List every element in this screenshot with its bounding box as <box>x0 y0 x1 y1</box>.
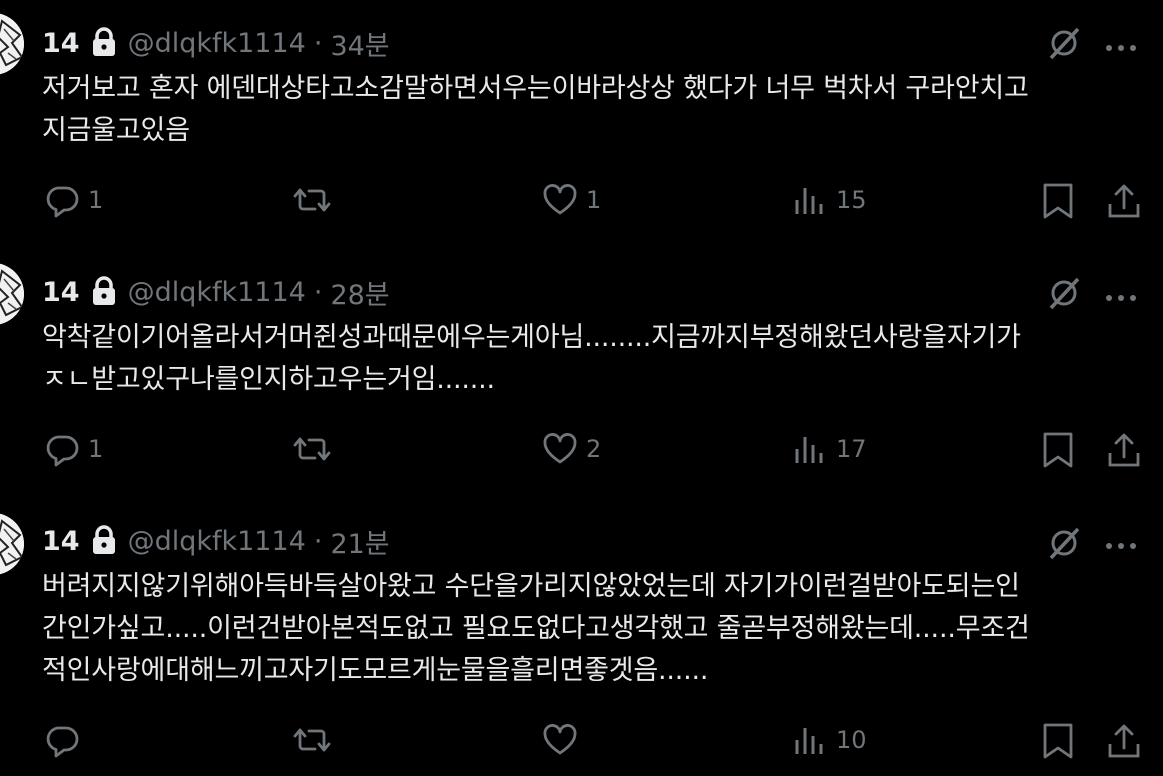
tweet-text: 악착같이기어올라서거머쥔성과때문에우는게아님........지금까지부정해왔던사… <box>42 322 1021 395</box>
views-button[interactable]: 15 <box>792 182 867 218</box>
retweet-icon <box>293 188 331 212</box>
timestamp[interactable]: 28분 <box>330 273 389 312</box>
reply-icon <box>46 726 79 758</box>
bookmark-button[interactable] <box>1040 182 1076 220</box>
lock-icon <box>90 524 118 556</box>
views-button[interactable]: 10 <box>792 722 867 758</box>
avatar-image <box>0 263 24 325</box>
share-button[interactable] <box>1106 722 1142 760</box>
like-icon <box>543 724 577 755</box>
views-icon <box>795 728 823 754</box>
more-icon[interactable] <box>1103 536 1139 549</box>
avatar-image <box>0 513 24 575</box>
bookmark-button[interactable] <box>1040 722 1076 760</box>
separator-dot: · <box>313 276 323 308</box>
lock-icon <box>90 26 118 58</box>
views-count: 10 <box>836 726 867 754</box>
like-count: 2 <box>586 435 602 463</box>
grok-icon[interactable] <box>1045 274 1083 312</box>
reply-button[interactable] <box>44 722 88 758</box>
like-button[interactable]: 1 <box>542 182 601 218</box>
bookmark-icon <box>1043 723 1073 759</box>
views-button[interactable]: 17 <box>792 431 867 467</box>
reply-count: 1 <box>88 435 104 463</box>
views-icon <box>795 188 823 214</box>
avatar[interactable] <box>0 513 24 575</box>
reply-button[interactable]: 1 <box>44 182 103 218</box>
retweet-button[interactable] <box>292 722 340 758</box>
separator-dot: · <box>313 27 323 59</box>
share-button[interactable] <box>1106 431 1142 469</box>
like-button[interactable] <box>542 722 586 758</box>
more-icon[interactable] <box>1103 288 1139 301</box>
handle[interactable]: @dlqkfk1114 <box>128 28 306 59</box>
share-button[interactable] <box>1106 182 1142 220</box>
retweet-button[interactable] <box>292 182 340 218</box>
views-count: 15 <box>836 186 867 214</box>
views-icon <box>795 437 823 463</box>
retweet-icon <box>293 437 331 461</box>
action-bar: 10 <box>0 722 1163 762</box>
bookmark-icon <box>1043 183 1073 219</box>
share-icon <box>1108 184 1140 218</box>
avatar-image <box>0 13 24 75</box>
bookmark-icon <box>1043 432 1073 468</box>
separator-dot: · <box>313 525 323 557</box>
bookmark-button[interactable] <box>1040 431 1076 469</box>
views-count: 17 <box>836 435 867 463</box>
timestamp[interactable]: 34분 <box>330 24 389 63</box>
like-icon <box>543 433 577 464</box>
retweet-button[interactable] <box>292 431 340 467</box>
display-name[interactable]: 14 <box>42 526 80 557</box>
share-icon <box>1108 433 1140 467</box>
action-bar: 1 2 17 <box>0 431 1163 471</box>
tweet-text: 저거보고 혼자 에덴대상타고소감말하면서우는이바라상상 했다가 너무 벅차서 구… <box>42 73 1029 146</box>
like-count: 1 <box>586 186 602 214</box>
avatar[interactable] <box>0 263 24 325</box>
like-icon <box>543 184 577 215</box>
reply-icon <box>46 186 79 218</box>
display-name[interactable]: 14 <box>42 28 80 59</box>
reply-button[interactable]: 1 <box>44 431 103 467</box>
reply-count: 1 <box>88 186 104 214</box>
lock-icon <box>90 275 118 307</box>
retweet-icon <box>293 728 331 752</box>
avatar[interactable] <box>0 13 24 75</box>
grok-icon[interactable] <box>1045 24 1083 62</box>
action-bar: 1 1 15 <box>0 182 1163 222</box>
grok-icon[interactable] <box>1045 524 1083 562</box>
handle[interactable]: @dlqkfk1114 <box>128 277 306 308</box>
like-button[interactable]: 2 <box>542 431 601 467</box>
share-icon <box>1108 724 1140 758</box>
timestamp[interactable]: 21분 <box>330 522 389 561</box>
reply-icon <box>46 435 79 467</box>
handle[interactable]: @dlqkfk1114 <box>128 526 306 557</box>
tweet-text: 버려지지않기위해아득바득살아왔고 수단을가리지않았었는데 자기가이런걸받아도되는… <box>42 571 1030 686</box>
display-name[interactable]: 14 <box>42 277 80 308</box>
more-icon[interactable] <box>1103 38 1139 51</box>
